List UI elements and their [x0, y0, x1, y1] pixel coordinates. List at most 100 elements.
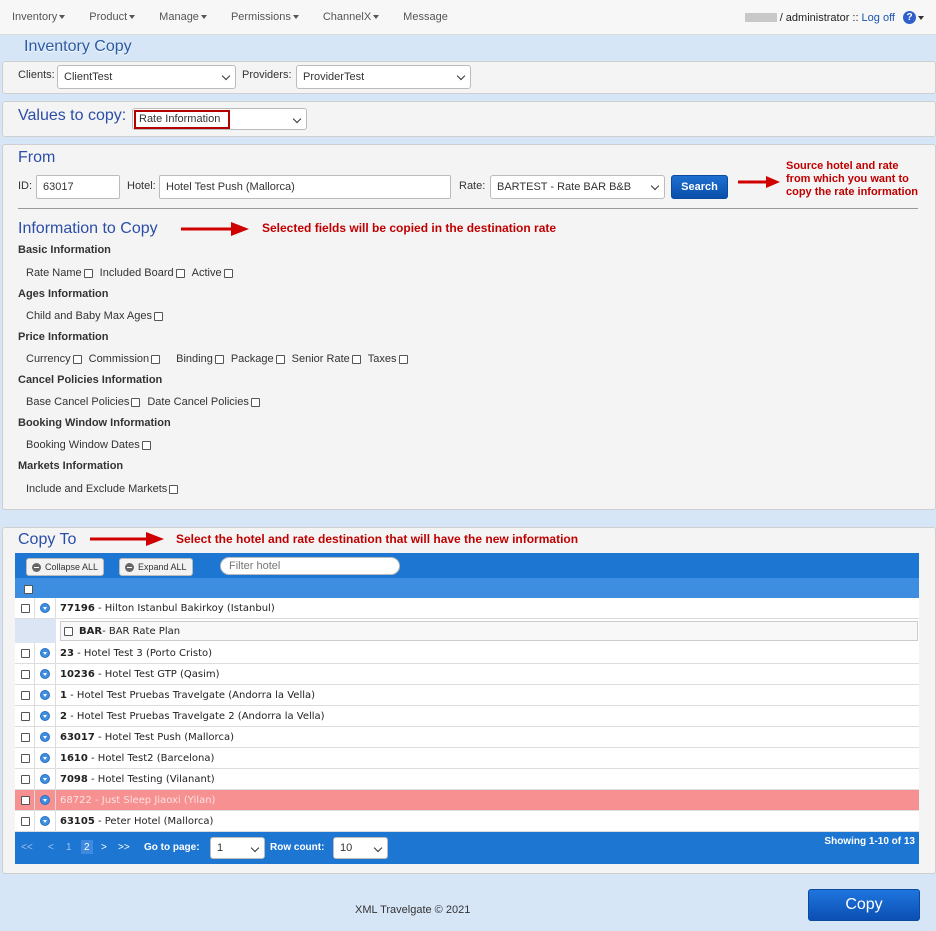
hotel-input[interactable]: [159, 175, 451, 199]
select-all-checkbox[interactable]: [24, 585, 33, 594]
page-1-button[interactable]: 1: [66, 840, 72, 854]
option-taxes[interactable]: Taxes: [368, 353, 408, 365]
expand-row-icon[interactable]: [40, 669, 50, 679]
option-included-board[interactable]: Included Board: [100, 267, 185, 279]
expand-row-icon[interactable]: [40, 603, 50, 613]
checkbox[interactable]: [223, 268, 233, 278]
table-row[interactable]: 2 - Hotel Test Pruebas Travelgate 2 (And…: [15, 706, 919, 727]
option-senior-rate[interactable]: Senior Rate: [292, 353, 361, 365]
table-row-disabled[interactable]: 68722 - Just Sleep Jiaoxi (Yilan): [15, 790, 919, 811]
row-checkbox[interactable]: [21, 774, 30, 784]
checkbox[interactable]: [72, 354, 82, 364]
hotel-name: - Hotel Test Pruebas Travelgate 2 (Andor…: [66, 710, 325, 722]
page-2-button[interactable]: 2: [81, 840, 93, 854]
clients-select[interactable]: ClientTest: [57, 65, 236, 89]
expand-row-icon[interactable]: [40, 711, 50, 721]
menu-manage[interactable]: Manage: [159, 11, 207, 23]
table-row[interactable]: 23 - Hotel Test 3 (Porto Cristo): [15, 643, 919, 664]
menu-channelx[interactable]: ChannelX: [323, 11, 380, 23]
option-currency[interactable]: Currency: [26, 353, 82, 365]
option-rate-name[interactable]: Rate Name: [26, 267, 93, 279]
table-row[interactable]: 63105 - Peter Hotel (Mallorca): [15, 811, 919, 832]
menu-permissions[interactable]: Permissions: [231, 11, 299, 23]
rate-select[interactable]: BARTEST - Rate BAR B&B: [490, 175, 665, 199]
checkbox[interactable]: [141, 440, 151, 450]
row-checkbox[interactable]: [21, 816, 30, 826]
expand-row-icon[interactable]: [40, 816, 50, 826]
checkbox[interactable]: [275, 354, 285, 364]
rate-row[interactable]: BAR - BAR Rate Plan: [60, 621, 918, 641]
option-active[interactable]: Active: [192, 267, 233, 279]
filter-hotel-input[interactable]: [220, 557, 400, 575]
menu-message[interactable]: Message: [403, 11, 448, 23]
option-child-baby-ages[interactable]: Child and Baby Max Ages: [26, 310, 163, 322]
first-page-button[interactable]: <<: [21, 840, 33, 854]
row-text: 63017 - Hotel Test Push (Mallorca): [56, 732, 234, 743]
help-icon[interactable]: ?: [903, 11, 916, 24]
checkbox[interactable]: [153, 311, 163, 321]
collapse-all-button[interactable]: Collapse ALL: [26, 558, 105, 576]
table-row[interactable]: 1610 - Hotel Test2 (Barcelona): [15, 748, 919, 769]
row-checkbox[interactable]: [21, 753, 30, 763]
hotel-grid: Collapse ALL Expand ALL 77196 - Hilton I…: [15, 553, 919, 864]
row-checkbox[interactable]: [21, 711, 30, 721]
copy-to-annotation: Select the hotel and rate destination th…: [176, 532, 579, 546]
checkbox[interactable]: [398, 354, 408, 364]
checkbox[interactable]: [169, 484, 179, 494]
checkbox[interactable]: [175, 268, 185, 278]
checkbox[interactable]: [214, 354, 224, 364]
checkbox[interactable]: [151, 354, 161, 364]
menu-product[interactable]: Product: [89, 11, 136, 23]
checkbox[interactable]: [351, 354, 361, 364]
copy-button[interactable]: Copy: [808, 889, 920, 921]
expand-row-icon[interactable]: [40, 753, 50, 763]
row-count-wrap: 10: [333, 837, 388, 859]
option-package[interactable]: Package: [231, 353, 285, 365]
option-date-cancel[interactable]: Date Cancel Policies: [147, 396, 260, 408]
row-checkbox[interactable]: [21, 795, 30, 805]
option-base-cancel[interactable]: Base Cancel Policies: [26, 396, 141, 408]
id-input[interactable]: [36, 175, 120, 199]
row-checkbox[interactable]: [21, 732, 30, 742]
table-row[interactable]: 10236 - Hotel Test GTP (Qasim): [15, 664, 919, 685]
button-label: Collapse ALL: [45, 562, 99, 572]
caret-down-icon[interactable]: [918, 15, 924, 20]
next-page-button[interactable]: >: [101, 840, 107, 854]
last-page-button[interactable]: >>: [118, 840, 130, 854]
expand-cell: [34, 769, 56, 789]
table-row[interactable]: 63017 - Hotel Test Push (Mallorca): [15, 727, 919, 748]
row-checkbox[interactable]: [21, 690, 30, 700]
main-menu: Inventory Product Manage Permissions Cha…: [12, 11, 472, 23]
option-booking-window-dates[interactable]: Booking Window Dates: [26, 439, 151, 451]
checkbox[interactable]: [131, 397, 141, 407]
row-checkbox[interactable]: [21, 648, 30, 658]
row-count-select[interactable]: 10: [333, 837, 388, 859]
expand-cell: [34, 664, 56, 684]
row-checkbox[interactable]: [21, 669, 30, 679]
go-to-page-select[interactable]: 1: [210, 837, 265, 859]
table-row[interactable]: 77196 - Hilton Istanbul Bakirkoy (Istanb…: [15, 598, 919, 619]
annotation-line: from which you want to: [786, 173, 909, 185]
rate-checkbox[interactable]: [64, 626, 73, 636]
checkbox[interactable]: [250, 397, 260, 407]
option-commission[interactable]: Commission: [89, 353, 161, 365]
table-row[interactable]: 7098 - Hotel Testing (Vilanant): [15, 769, 919, 790]
expand-row-icon[interactable]: [40, 690, 50, 700]
expand-all-button[interactable]: Expand ALL: [119, 558, 193, 576]
logoff-link[interactable]: Log off: [862, 12, 895, 24]
divider: [18, 208, 918, 209]
checkbox[interactable]: [83, 268, 93, 278]
expand-row-icon[interactable]: [40, 795, 50, 805]
table-row[interactable]: 1 - Hotel Test Pruebas Travelgate (Andor…: [15, 685, 919, 706]
menu-inventory[interactable]: Inventory: [12, 11, 66, 23]
prev-page-button[interactable]: <: [48, 840, 54, 854]
option-binding[interactable]: Binding: [176, 353, 224, 365]
option-markets[interactable]: Include and Exclude Markets: [26, 483, 179, 495]
search-button[interactable]: Search: [671, 175, 728, 199]
expand-row-icon[interactable]: [40, 732, 50, 742]
expand-row-icon[interactable]: [40, 774, 50, 784]
providers-select[interactable]: ProviderTest: [296, 65, 471, 89]
expand-row-icon[interactable]: [40, 648, 50, 658]
row-checkbox[interactable]: [21, 603, 30, 613]
source-annotation: Source hotel and rate from which you wan…: [786, 160, 918, 199]
